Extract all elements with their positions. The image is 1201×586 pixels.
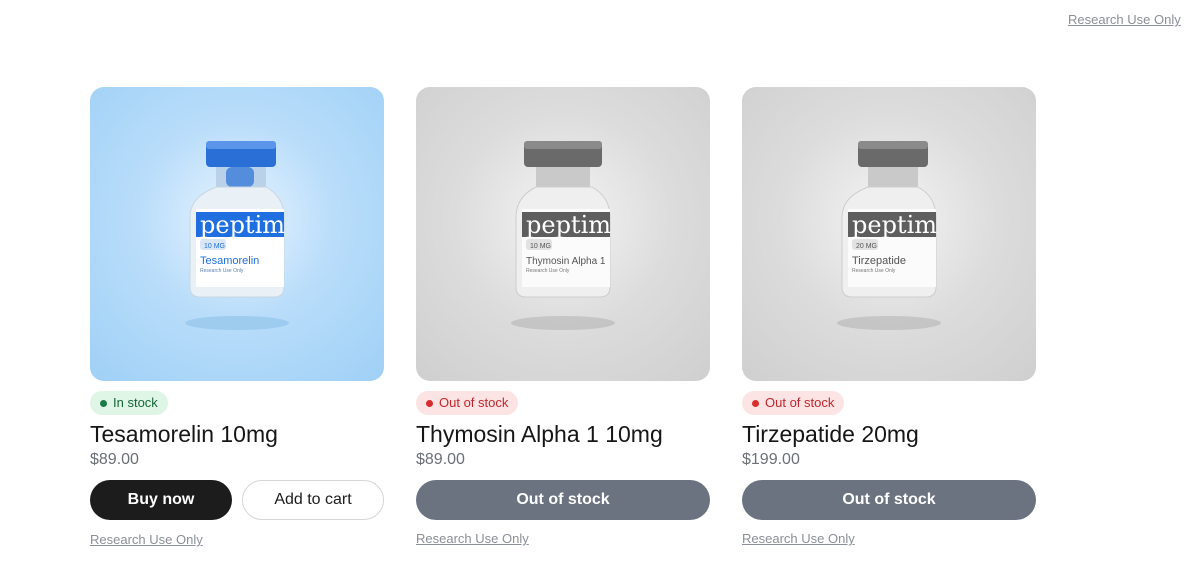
product-title[interactable]: Tesamorelin 10mg: [90, 420, 384, 448]
add-to-cart-button[interactable]: Add to cart: [242, 480, 384, 520]
svg-text:Research Use Only: Research Use Only: [852, 268, 896, 274]
svg-text:Tesamorelin: Tesamorelin: [200, 255, 259, 267]
out-of-stock-dot-icon: [752, 399, 759, 407]
vial-illustration: peptim 10 MG Thymosin Alpha 1 Research U…: [511, 141, 615, 330]
product-price: $89.00: [90, 451, 139, 468]
in-stock-dot-icon: [100, 399, 107, 407]
svg-text:peptim: peptim: [526, 211, 611, 239]
svg-text:Tirzepatide: Tirzepatide: [852, 255, 906, 267]
buy-now-button[interactable]: Buy now: [90, 480, 232, 520]
out-of-stock-button[interactable]: Out of stock: [742, 480, 1036, 520]
product-card-thymosin: peptim 10 MG Thymosin Alpha 1 Research U…: [416, 87, 710, 548]
stock-badge: Out of stock: [416, 391, 519, 415]
research-use-link[interactable]: Research Use Only: [742, 531, 855, 547]
out-of-stock-dot-icon: [426, 399, 433, 407]
research-use-link[interactable]: Research Use Only: [416, 531, 529, 547]
research-use-link[interactable]: Research Use Only: [90, 532, 203, 548]
product-image[interactable]: peptim 10 MG Thymosin Alpha 1 Research U…: [416, 87, 710, 381]
vial-illustration: peptim 10 MG Tesamorelin Research Use On…: [185, 141, 289, 330]
product-card-tesamorelin: peptim 10 MG Tesamorelin Research Use On…: [90, 87, 384, 549]
stock-badge: In stock: [90, 391, 168, 415]
product-image[interactable]: peptim 20 MG Tirzepatide Research Use On…: [742, 87, 1036, 381]
product-price: $89.00: [416, 451, 465, 468]
svg-text:10 MG: 10 MG: [204, 243, 225, 250]
out-of-stock-button[interactable]: Out of stock: [416, 480, 710, 520]
svg-text:10 MG: 10 MG: [530, 243, 551, 250]
svg-text:Research Use Only: Research Use Only: [200, 268, 244, 274]
stock-badge: Out of stock: [742, 391, 845, 415]
product-image[interactable]: peptim 10 MG Tesamorelin Research Use On…: [90, 87, 384, 381]
product-price: $199.00: [742, 451, 800, 468]
research-use-link[interactable]: Research Use Only: [1068, 13, 1181, 27]
svg-text:Thymosin Alpha 1: Thymosin Alpha 1: [526, 256, 606, 267]
svg-text:peptim: peptim: [200, 211, 285, 239]
vial-illustration: peptim 20 MG Tirzepatide Research Use On…: [837, 141, 941, 330]
svg-text:peptim: peptim: [852, 211, 937, 239]
product-title[interactable]: Tirzepatide 20mg: [742, 420, 1036, 448]
svg-text:20 MG: 20 MG: [856, 243, 877, 250]
product-title[interactable]: Thymosin Alpha 1 10mg: [416, 420, 710, 448]
product-card-tirzepatide: peptim 20 MG Tirzepatide Research Use On…: [742, 87, 1036, 548]
svg-text:Research Use Only: Research Use Only: [526, 268, 570, 274]
